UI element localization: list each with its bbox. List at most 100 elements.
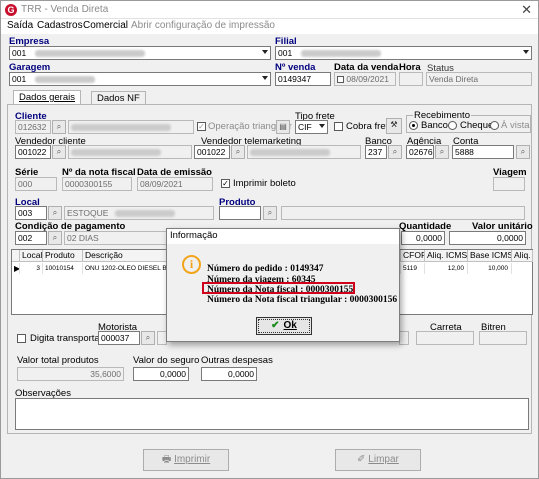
data-venda-field: 08/09/2021 xyxy=(334,72,396,86)
cell-local: 3 xyxy=(20,263,43,274)
col-cfop[interactable]: CFOP xyxy=(401,250,425,262)
grid-indicator-header xyxy=(12,250,20,262)
imprimir-boleto-label: Imprimir boleto xyxy=(233,178,296,189)
filial-select[interactable]: 001 xyxy=(275,46,532,60)
banco-search-icon[interactable]: ⌕ xyxy=(388,145,402,159)
tab-dados-nf[interactable]: Dados NF xyxy=(91,91,146,105)
menu-saida[interactable]: Saída xyxy=(7,20,33,31)
vendedor-tele-search-icon[interactable]: ⌕ xyxy=(231,145,245,159)
local-name-field: ESTOQUE xyxy=(64,206,214,220)
cell-cfop: 5119 xyxy=(401,263,425,274)
cobra-frete-checkbox[interactable] xyxy=(334,122,343,131)
menu-comercial[interactable]: Comercial xyxy=(83,20,128,31)
empresa-select[interactable]: 001 xyxy=(9,46,271,60)
local-code-field[interactable]: 003 xyxy=(15,206,47,220)
conta-field[interactable]: 5888 xyxy=(452,145,514,159)
agencia-search-icon[interactable]: ⌕ xyxy=(435,145,449,159)
garagem-select[interactable]: 001 xyxy=(9,72,271,86)
title-bar: G TRR - Venda Direta ✕ xyxy=(1,1,538,19)
info-dialog: Informação i Número do pedido : 0149347 … xyxy=(166,228,400,342)
pagamento-search-icon[interactable]: ⌕ xyxy=(48,231,62,245)
vendedor-cliente-name xyxy=(68,145,192,159)
digita-transportador-checkbox[interactable] xyxy=(17,334,26,343)
cell-aliq-icms: 12,00 xyxy=(425,263,468,274)
dialog-pedido-line: Número do pedido : 0149347 xyxy=(207,264,324,274)
outras-despesas-label: Outras despesas xyxy=(201,355,273,366)
menu-cadastros[interactable]: Cadastros xyxy=(37,20,83,31)
triangular-checkbox[interactable]: ✓ xyxy=(197,122,206,131)
nvenda-field[interactable]: 0149347 xyxy=(275,72,331,86)
emissao-field: 08/09/2021 xyxy=(137,177,213,191)
motorista-code-field[interactable]: 000037 xyxy=(98,331,140,345)
agencia-field[interactable]: 02676 xyxy=(406,145,434,159)
app-logo-icon: G xyxy=(5,4,17,16)
menu-bar: Saída Cadastros Comercial Abrir configur… xyxy=(1,19,538,34)
outras-despesas-field[interactable]: 0,0000 xyxy=(201,367,257,381)
col-produto[interactable]: Produto xyxy=(43,250,83,262)
seguro-field[interactable]: 0,0000 xyxy=(133,367,189,381)
rec-banco-radio[interactable] xyxy=(409,121,418,130)
vendedor-cliente-code[interactable]: 001022 xyxy=(15,145,51,159)
cliente-name-field xyxy=(68,120,194,134)
window-title: TRR - Venda Direta xyxy=(21,4,109,15)
carreta-field xyxy=(416,331,474,345)
dialog-title: Informação xyxy=(167,229,399,244)
rec-avista-label: À vista xyxy=(501,120,530,131)
dialog-nf-triangular-line: Número da Nota fiscal triangular : 00003… xyxy=(207,295,398,305)
cell-produto: 10010154 xyxy=(43,263,83,274)
col-base-icms[interactable]: Base ICMS xyxy=(468,250,512,262)
observacoes-field[interactable] xyxy=(15,398,529,430)
rec-cheque-radio[interactable] xyxy=(448,121,457,130)
motorista-search-icon[interactable]: ⌕ xyxy=(141,331,155,345)
pagamento-code-field[interactable]: 002 xyxy=(15,231,47,245)
valor-unitario-field[interactable]: 0,0000 xyxy=(449,231,526,245)
ok-button[interactable]: ✔ Ok xyxy=(256,317,312,335)
col-local[interactable]: Local xyxy=(20,250,43,262)
close-icon[interactable]: ✕ xyxy=(521,2,532,18)
imprimir-boleto-checkbox[interactable]: ✓ xyxy=(221,179,230,188)
quantidade-field[interactable]: 0,0000 xyxy=(401,231,445,245)
pagamento-name-field: 02 DIAS xyxy=(64,231,168,245)
print-triangular-icon[interactable]: ▤ xyxy=(276,120,290,134)
seguro-label: Valor do seguro xyxy=(133,355,200,366)
total-produtos-label: Valor total produtos xyxy=(17,355,99,366)
nf-field: 0000300155 xyxy=(62,177,132,191)
printer-icon: 🖶 xyxy=(161,454,172,465)
menu-abrir-config[interactable]: Abrir configuração de impressão xyxy=(131,20,275,31)
vendedor-tele-code[interactable]: 001022 xyxy=(194,145,230,159)
tools-icon[interactable]: ⚒ xyxy=(386,118,402,134)
limpar-button[interactable]: ✐ Limpar xyxy=(335,449,421,471)
vendedor-cliente-search-icon[interactable]: ⌕ xyxy=(52,145,66,159)
conta-search-icon[interactable]: ⌕ xyxy=(516,145,530,159)
produto-code-field[interactable] xyxy=(219,206,261,220)
produto-search-icon[interactable]: ⌕ xyxy=(263,206,277,220)
banco-field[interactable]: 237 xyxy=(365,145,387,159)
cell-base-icms: 10,000 xyxy=(468,263,512,274)
rec-avista-radio[interactable] xyxy=(490,121,499,130)
bitren-field xyxy=(479,331,527,345)
cliente-code-field: 012632 xyxy=(15,120,51,134)
rec-banco-label: Banco xyxy=(421,120,448,131)
local-search-icon[interactable]: ⌕ xyxy=(48,206,62,220)
total-produtos-field: 35,6000 xyxy=(17,367,124,381)
tab-dados-gerais[interactable]: Dados gerais xyxy=(13,90,81,105)
viagem-field xyxy=(493,177,525,191)
serie-field: 000 xyxy=(15,177,57,191)
imprimir-button[interactable]: 🖶 Imprimir xyxy=(143,449,229,471)
status-field: Venda Direta xyxy=(426,72,532,86)
col-aliq-ir[interactable]: Aliq. ir xyxy=(512,250,533,262)
placa-field xyxy=(399,331,409,345)
rec-cheque-label: Cheque xyxy=(460,120,494,131)
data-venda-checkbox xyxy=(337,76,344,83)
checkmark-icon: ✔ xyxy=(271,320,280,331)
main-window: G TRR - Venda Direta ✕ Saída Cadastros C… xyxy=(0,0,539,479)
dialog-nf-line: Número da Nota fiscal : 0000300155 xyxy=(207,285,354,295)
eraser-icon: ✐ xyxy=(357,454,366,465)
tipo-frete-select[interactable]: CIF xyxy=(295,120,328,134)
cliente-search-icon[interactable]: ⌕ xyxy=(52,120,66,134)
produto-name-field xyxy=(281,206,525,220)
info-icon: i xyxy=(182,255,201,274)
row-pointer-icon: ▶ xyxy=(14,263,20,274)
vendedor-tele-name xyxy=(247,145,361,159)
col-aliq-icms[interactable]: Aliq. ICMS xyxy=(425,250,468,262)
